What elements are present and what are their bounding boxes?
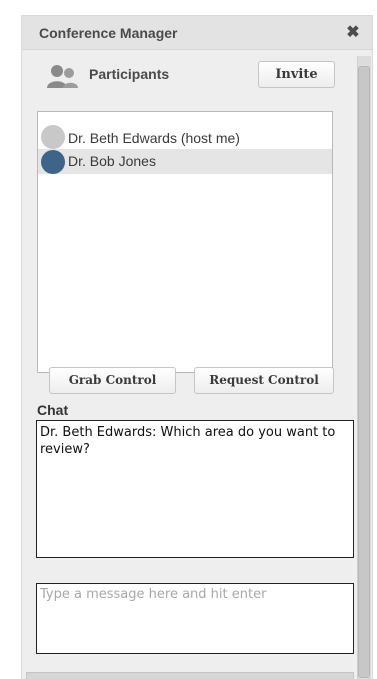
participants-label: Participants <box>89 66 170 82</box>
participant-name: Dr. Beth Edwards (host me) <box>68 130 240 146</box>
panel-title: Conference Manager <box>39 25 178 41</box>
participant-item-selected[interactable]: Dr. Bob Jones <box>38 149 332 174</box>
chat-label: Chat <box>37 402 69 418</box>
participant-name: Dr. Bob Jones <box>68 153 156 169</box>
chat-log: Dr. Beth Edwards: Which area do you want… <box>36 420 354 558</box>
people-icon <box>47 65 78 88</box>
participant-list: Dr. Beth Edwards (host me) Dr. Bob Jones <box>37 111 333 373</box>
invite-button[interactable]: Invite <box>258 61 335 88</box>
scrollbar-thumb[interactable] <box>358 66 370 678</box>
conference-manager-panel: Conference Manager ✖ Participants Invite… <box>21 15 373 679</box>
status-indicator <box>41 125 65 149</box>
panel-header: Conference Manager ✖ <box>22 16 372 50</box>
close-icon[interactable]: ✖ <box>344 24 362 42</box>
participant-item[interactable]: Dr. Beth Edwards (host me) <box>38 122 332 149</box>
grab-control-button[interactable]: Grab Control <box>49 367 176 394</box>
chat-input[interactable] <box>36 583 354 654</box>
bottom-bar <box>26 672 354 679</box>
status-indicator <box>41 150 65 174</box>
request-control-button[interactable]: Request Control <box>194 367 334 394</box>
